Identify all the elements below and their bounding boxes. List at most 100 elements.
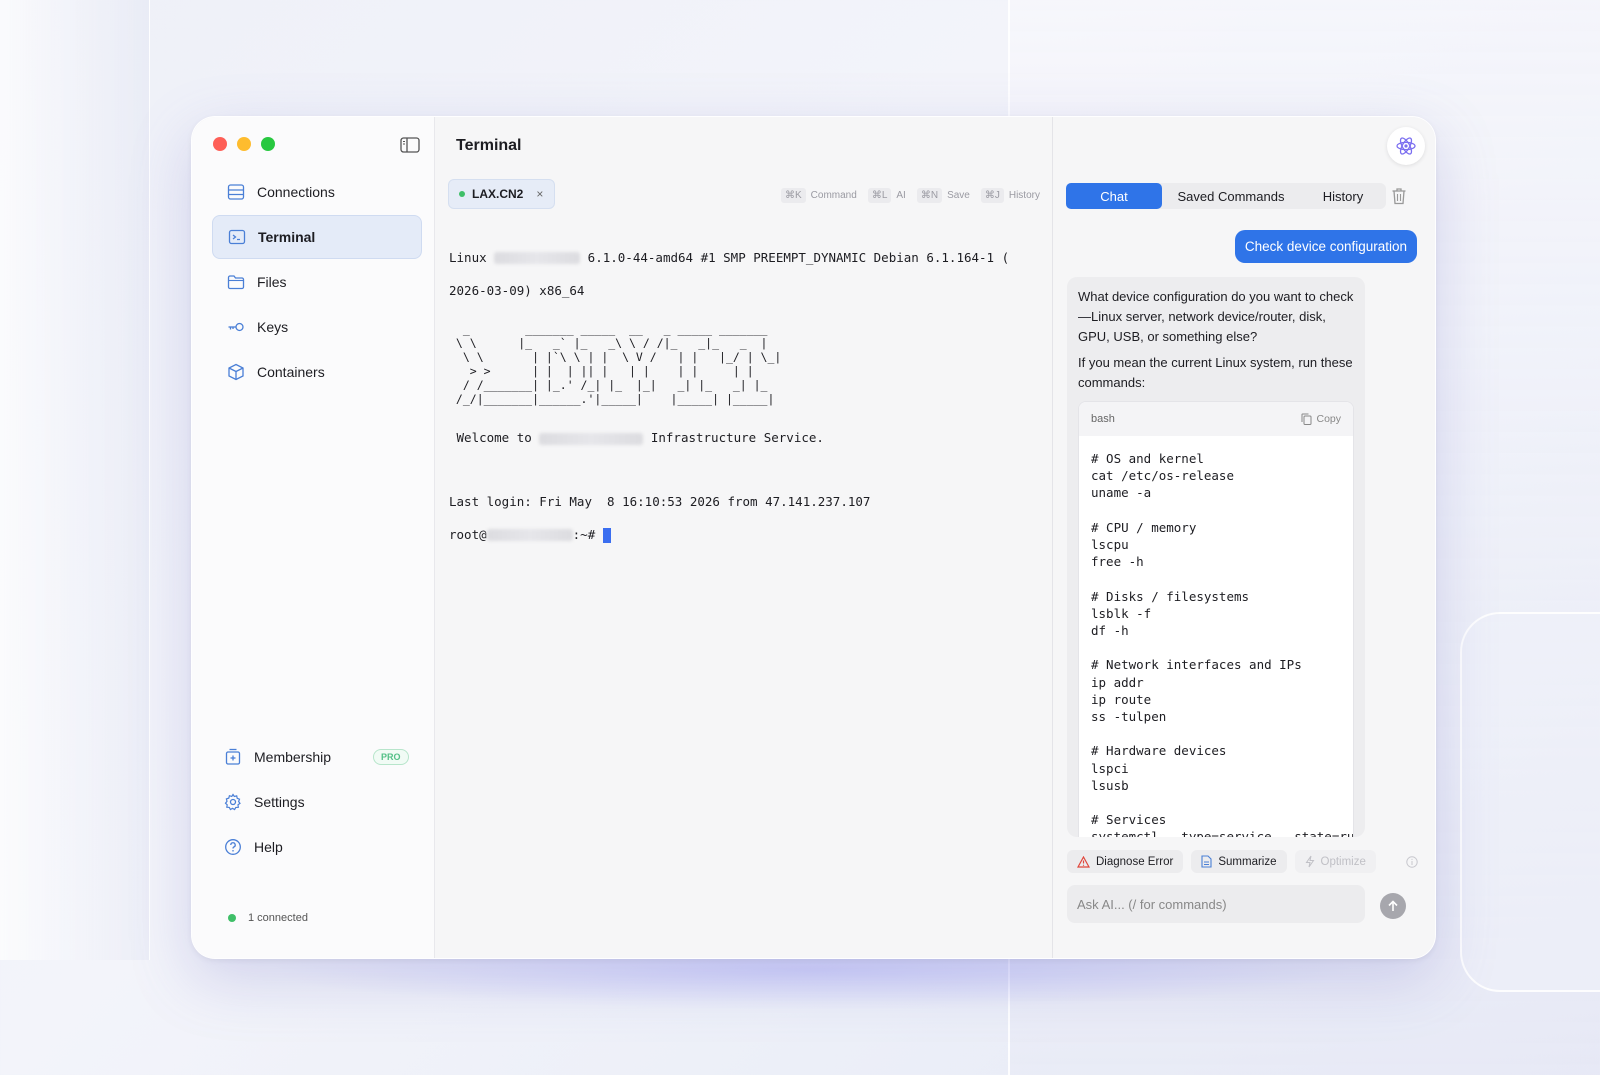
optimize-button[interactable]: Optimize (1294, 850, 1376, 873)
ai-chat-panel: Chat Saved Commands History Check device… (1052, 117, 1435, 958)
summarize-button[interactable]: Summarize (1191, 850, 1287, 873)
terminal-text: Welcome to (449, 430, 540, 445)
terminal-line: Linux 6.1.0-44-amd64 #1 SMP PREEMPT_DYNA… (449, 250, 1044, 267)
terminal-icon (228, 229, 246, 245)
sidebar-item-label: Terminal (258, 229, 316, 245)
sidebar-item-label: Containers (257, 364, 325, 380)
terminal-line: Welcome to Infrastructure Service. (449, 430, 1044, 447)
arrow-up-icon (1388, 900, 1398, 911)
gear-icon (224, 793, 241, 811)
shortcut-key: ⌘L (867, 187, 892, 203)
terminal-prompt: root@ :~# (449, 527, 1044, 544)
atom-icon (1396, 137, 1416, 155)
shortcut-label: AI (896, 189, 906, 201)
tab-status-dot (459, 191, 465, 197)
sidebar-item-help[interactable]: Help (209, 825, 419, 869)
membership-icon (225, 748, 241, 765)
terminal-text: 6.1.0-44-amd64 #1 SMP PREEMPT_DYNAMIC De… (580, 249, 1010, 265)
terminal-cursor (602, 527, 611, 543)
sidebar-item-keys[interactable]: Keys (212, 305, 422, 349)
sidebar-item-label: Connections (257, 184, 335, 200)
tab-chat[interactable]: Chat (1066, 183, 1162, 209)
tab-saved-commands[interactable]: Saved Commands (1162, 183, 1300, 209)
shortcut-command[interactable]: ⌘K Command (781, 185, 857, 205)
shortcut-ai[interactable]: ⌘L AI (867, 185, 906, 205)
terminal-text: :~# (572, 526, 603, 542)
ai-assistant-button[interactable] (1387, 127, 1425, 165)
sidebar-item-membership[interactable]: Membership PRO (209, 735, 419, 779)
action-label: Optimize (1320, 855, 1366, 868)
page-title: Terminal (456, 137, 522, 154)
traffic-lights (213, 137, 275, 151)
pro-badge: PRO (373, 749, 409, 765)
terminal-text: Linux (449, 249, 495, 265)
document-icon (1201, 855, 1212, 868)
sidebar-item-label: Help (254, 839, 283, 855)
terminal-line: Last login: Fri May 8 16:10:53 2026 from… (449, 493, 871, 509)
sidebar-toggle-icon[interactable] (400, 137, 420, 153)
redacted-hostname (486, 529, 573, 541)
close-icon[interactable]: × (536, 187, 543, 201)
tab-label: LAX.CN2 (472, 187, 524, 201)
lightning-icon (1305, 855, 1314, 868)
help-icon (225, 839, 241, 855)
minimize-window-button[interactable] (237, 137, 251, 151)
terminal-output[interactable]: Linux 6.1.0-44-amd64 #1 SMP PREEMPT_DYNA… (449, 233, 1044, 576)
background-pane-left (0, 0, 150, 960)
sidebar-item-label: Keys (257, 319, 289, 335)
code-block: bash Copy # OS and kernel cat /etc/os-re… (1078, 401, 1354, 837)
ai-message-text: What device configuration do you want to… (1078, 289, 1354, 344)
sidebar-item-label: Membership (254, 749, 332, 765)
close-window-button[interactable] (213, 137, 227, 151)
sidebar-item-label: Settings (254, 794, 305, 810)
sidebar-item-terminal[interactable]: Terminal (212, 215, 422, 259)
send-button[interactable] (1380, 893, 1406, 919)
trash-icon[interactable] (1391, 187, 1407, 205)
status-dot (228, 914, 236, 922)
action-label: Diagnose Error (1096, 855, 1174, 868)
sidebar-item-containers[interactable]: Containers (212, 350, 422, 394)
terminal-text: Infrastructure Service. (643, 430, 824, 445)
terminal-line: 2026-03-09) x86_64 (449, 282, 585, 298)
ai-message-text: If you mean the current Linux system, ru… (1078, 355, 1353, 390)
redacted-hostname (494, 252, 581, 264)
info-icon[interactable] (1406, 856, 1418, 868)
tab-history[interactable]: History (1300, 183, 1386, 209)
server-icon (227, 184, 245, 200)
shortcut-label: Command (810, 189, 857, 201)
action-label: Summarize (1218, 855, 1277, 868)
copy-icon (1301, 413, 1312, 425)
shortcut-label: History (1008, 189, 1040, 201)
shortcut-history[interactable]: ⌘J History (980, 185, 1040, 205)
shortcut-hints: ⌘K Command ⌘L AI ⌘N Save ⌘J History (781, 185, 1051, 205)
sidebar-item-settings[interactable]: Settings (209, 780, 419, 824)
copy-button[interactable]: Copy (1301, 409, 1341, 429)
shortcut-label: Save (947, 189, 970, 201)
terminal-panel: Terminal LAX.CN2 × ⌘K Command ⌘L AI ⌘N Save… (435, 117, 1052, 958)
user-message: Check device configuration (1234, 230, 1417, 263)
box-icon (228, 363, 244, 381)
redacted-company (539, 432, 644, 445)
terminal-tab[interactable]: LAX.CN2 × (448, 179, 555, 209)
quick-actions: Diagnose Error Summarize Optimize (1067, 850, 1376, 873)
ascii-banner: _ _______ _____ __ _ _____ _______ \ \ |… (455, 321, 782, 406)
chat-tabs: Chat Saved Commands History (1066, 183, 1386, 209)
code-language: bash (1091, 413, 1115, 425)
warning-icon (1077, 855, 1090, 868)
ask-ai-input[interactable] (1067, 885, 1365, 923)
zoom-window-button[interactable] (261, 137, 275, 151)
ai-message: What device configuration do you want to… (1067, 277, 1365, 837)
shortcut-key: ⌘K (781, 187, 806, 203)
folder-icon (227, 275, 245, 290)
shortcut-save[interactable]: ⌘N Save (916, 185, 970, 205)
connection-status: 1 connected (228, 912, 308, 924)
key-icon (228, 322, 244, 332)
sidebar-item-files[interactable]: Files (212, 260, 422, 304)
terminal-text: root@ (449, 526, 487, 542)
app-window: Connections Terminal Files Keys Containe… (191, 116, 1436, 959)
shortcut-key: ⌘N (916, 187, 943, 203)
diagnose-error-button[interactable]: Diagnose Error (1067, 850, 1184, 873)
copy-label: Copy (1316, 413, 1341, 425)
sidebar-item-connections[interactable]: Connections (212, 170, 422, 214)
